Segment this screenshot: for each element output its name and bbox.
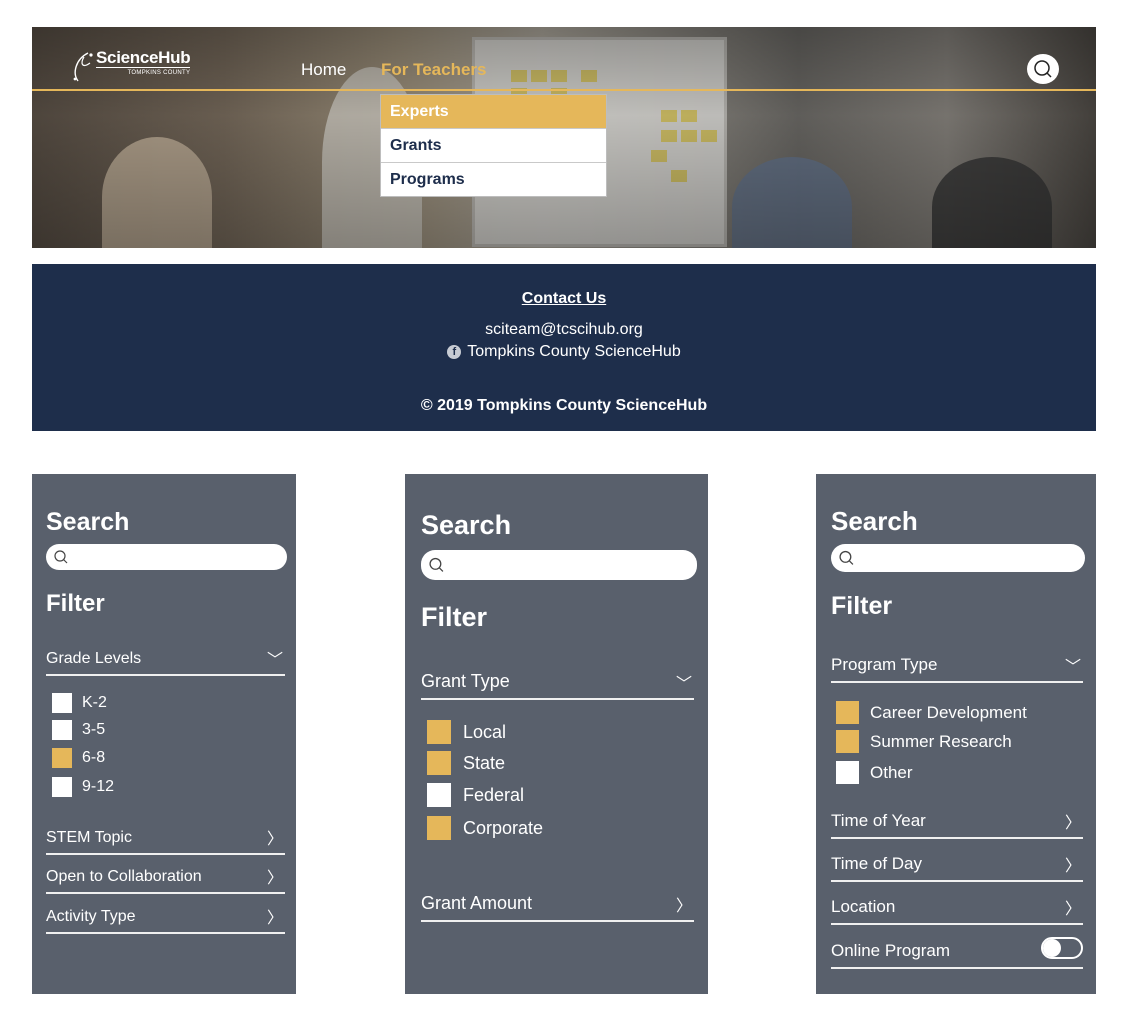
program-type-label: Program Type bbox=[831, 655, 938, 674]
checkbox-9-12[interactable]: 9-12 bbox=[52, 777, 114, 797]
grant-amount-row[interactable]: Grant Amount 〉 bbox=[421, 884, 694, 922]
dropdown-item-programs[interactable]: Programs bbox=[381, 162, 606, 196]
contact-email[interactable]: sciteam@tcscihub.org bbox=[32, 321, 1096, 339]
filter-title: Filter bbox=[46, 590, 105, 617]
program-type-dropdown[interactable]: Program Type ﹀ bbox=[831, 648, 1083, 683]
checkbox-career-development[interactable]: Career Development bbox=[836, 701, 1027, 724]
facebook-link[interactable]: f Tompkins County ScienceHub bbox=[32, 343, 1096, 361]
search-title: Search bbox=[421, 510, 512, 540]
sciencehub-logo[interactable]: ScienceHub TOMPKINS COUNTY bbox=[70, 48, 191, 85]
time-of-day-row[interactable]: Time of Day 〉 bbox=[831, 847, 1083, 882]
grants-filter-panel: Search Filter Grant Type ﹀ Local State F… bbox=[405, 474, 708, 994]
nav-home-link[interactable]: Home bbox=[301, 60, 346, 80]
filter-title: Filter bbox=[831, 592, 893, 620]
grant-type-label: Grant Type bbox=[421, 671, 510, 691]
open-to-collaboration-row[interactable]: Open to Collaboration 〉 bbox=[46, 861, 285, 894]
chevron-right-icon: 〉 bbox=[266, 910, 283, 927]
logo-title: ScienceHub bbox=[96, 48, 191, 68]
search-title: Search bbox=[46, 508, 130, 536]
time-of-year-row[interactable]: Time of Year 〉 bbox=[831, 804, 1083, 839]
grant-type-dropdown[interactable]: Grant Type ﹀ bbox=[421, 662, 694, 700]
contact-us-link[interactable]: Contact Us bbox=[32, 290, 1096, 308]
chevron-down-icon: ﹀ bbox=[1064, 659, 1081, 676]
checkbox-local[interactable]: Local bbox=[427, 720, 506, 744]
online-program-toggle[interactable] bbox=[1041, 937, 1083, 959]
search-icon bbox=[1034, 60, 1052, 78]
search-input[interactable] bbox=[46, 544, 287, 570]
search-button[interactable] bbox=[1027, 54, 1059, 84]
grade-levels-label: Grade Levels bbox=[46, 650, 142, 667]
chevron-down-icon: ﹀ bbox=[266, 652, 283, 669]
programs-filter-panel: Search Filter Program Type ﹀ Career Deve… bbox=[816, 474, 1096, 994]
search-icon bbox=[839, 550, 854, 565]
search-icon bbox=[429, 557, 444, 572]
filter-title: Filter bbox=[421, 602, 488, 632]
logo-subtitle: TOMPKINS COUNTY bbox=[127, 70, 191, 76]
checkbox-3-5[interactable]: 3-5 bbox=[52, 720, 105, 740]
checkbox-corporate[interactable]: Corporate bbox=[427, 816, 543, 840]
chevron-down-icon: ﹀ bbox=[675, 676, 692, 693]
search-input[interactable] bbox=[421, 550, 697, 580]
checkbox-k-2[interactable]: K-2 bbox=[52, 693, 107, 713]
checkbox-federal[interactable]: Federal bbox=[427, 783, 524, 807]
search-title: Search bbox=[831, 506, 918, 536]
facebook-label: Tompkins County ScienceHub bbox=[467, 343, 681, 360]
chevron-right-icon: 〉 bbox=[266, 870, 283, 887]
nav-underline bbox=[32, 89, 1096, 91]
chevron-right-icon: 〉 bbox=[1064, 901, 1081, 918]
search-icon bbox=[54, 550, 68, 564]
for-teachers-dropdown: Experts Grants Programs bbox=[380, 94, 607, 197]
location-row[interactable]: Location 〉 bbox=[831, 890, 1083, 925]
nav-for-teachers-link[interactable]: For Teachers bbox=[381, 60, 487, 80]
dropdown-item-experts[interactable]: Experts bbox=[381, 95, 606, 128]
chevron-right-icon: 〉 bbox=[1064, 815, 1081, 832]
checkbox-6-8[interactable]: 6-8 bbox=[52, 748, 105, 768]
checkbox-other[interactable]: Other bbox=[836, 761, 913, 784]
footer: Contact Us sciteam@tcscihub.org f Tompki… bbox=[32, 264, 1096, 431]
facebook-icon: f bbox=[447, 345, 462, 359]
checkbox-state[interactable]: State bbox=[427, 751, 505, 775]
chevron-right-icon: 〉 bbox=[675, 898, 692, 915]
checkbox-summer-research[interactable]: Summer Research bbox=[836, 730, 1012, 753]
dropdown-item-grants[interactable]: Grants bbox=[381, 128, 606, 162]
experts-filter-panel: Search Filter Grade Levels ﹀ K-2 3-5 6-8… bbox=[32, 474, 296, 994]
logo-orbit-icon bbox=[70, 49, 93, 85]
online-program-row: Online Program bbox=[831, 934, 1083, 969]
search-input[interactable] bbox=[831, 544, 1085, 572]
stem-topic-row[interactable]: STEM Topic 〉 bbox=[46, 822, 285, 855]
chevron-right-icon: 〉 bbox=[266, 831, 283, 848]
chevron-right-icon: 〉 bbox=[1064, 858, 1081, 875]
copyright: © 2019 Tompkins County ScienceHub bbox=[420, 397, 708, 414]
online-program-label: Online Program bbox=[831, 941, 951, 960]
activity-type-row[interactable]: Activity Type 〉 bbox=[46, 901, 285, 934]
grade-levels-dropdown[interactable]: Grade Levels ﹀ bbox=[46, 642, 285, 676]
